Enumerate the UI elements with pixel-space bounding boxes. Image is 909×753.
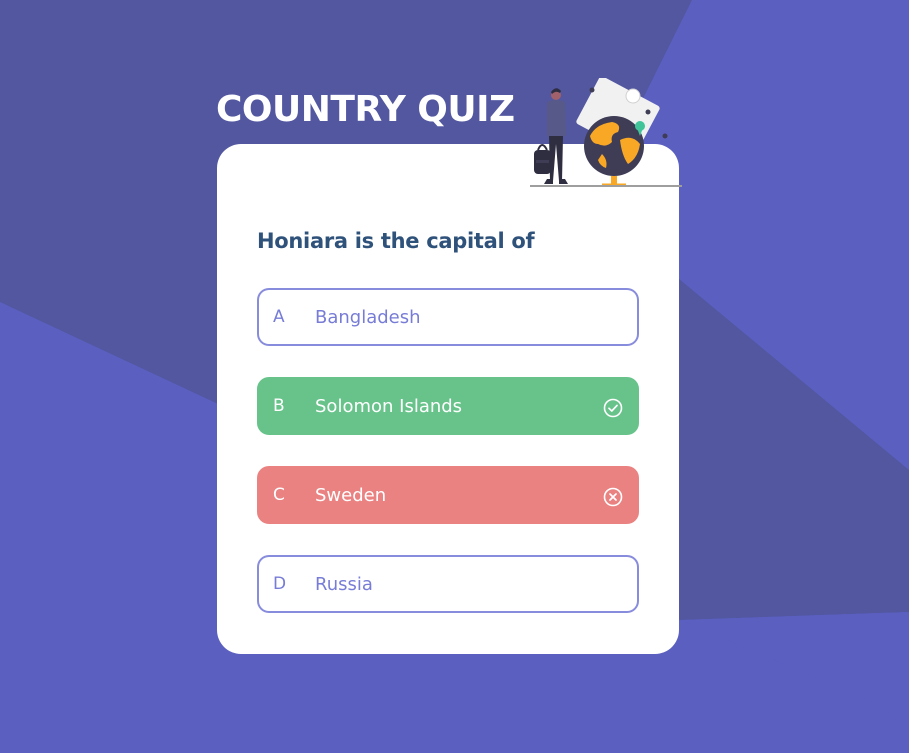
option-c[interactable]: C Sweden: [257, 466, 639, 524]
option-letter: A: [273, 307, 285, 327]
option-label: Bangladesh: [315, 306, 421, 328]
option-letter: B: [273, 396, 285, 416]
quiz-card: Honiara is the capital of A Bangladesh B…: [217, 144, 679, 654]
check-circle-icon: [603, 398, 623, 418]
option-a[interactable]: A Bangladesh: [257, 288, 639, 346]
question-text: Honiara is the capital of: [257, 229, 535, 253]
option-label: Russia: [315, 573, 373, 595]
option-letter: C: [273, 485, 285, 505]
option-d[interactable]: D Russia: [257, 555, 639, 613]
option-letter: D: [273, 574, 287, 594]
traveler-globe-illustration: [530, 78, 682, 187]
x-circle-icon: [603, 487, 623, 507]
option-label: Sweden: [315, 484, 387, 506]
option-b[interactable]: B Solomon Islands: [257, 377, 639, 435]
option-label: Solomon Islands: [315, 395, 463, 417]
app-title: COUNTRY QUIZ: [216, 89, 515, 130]
